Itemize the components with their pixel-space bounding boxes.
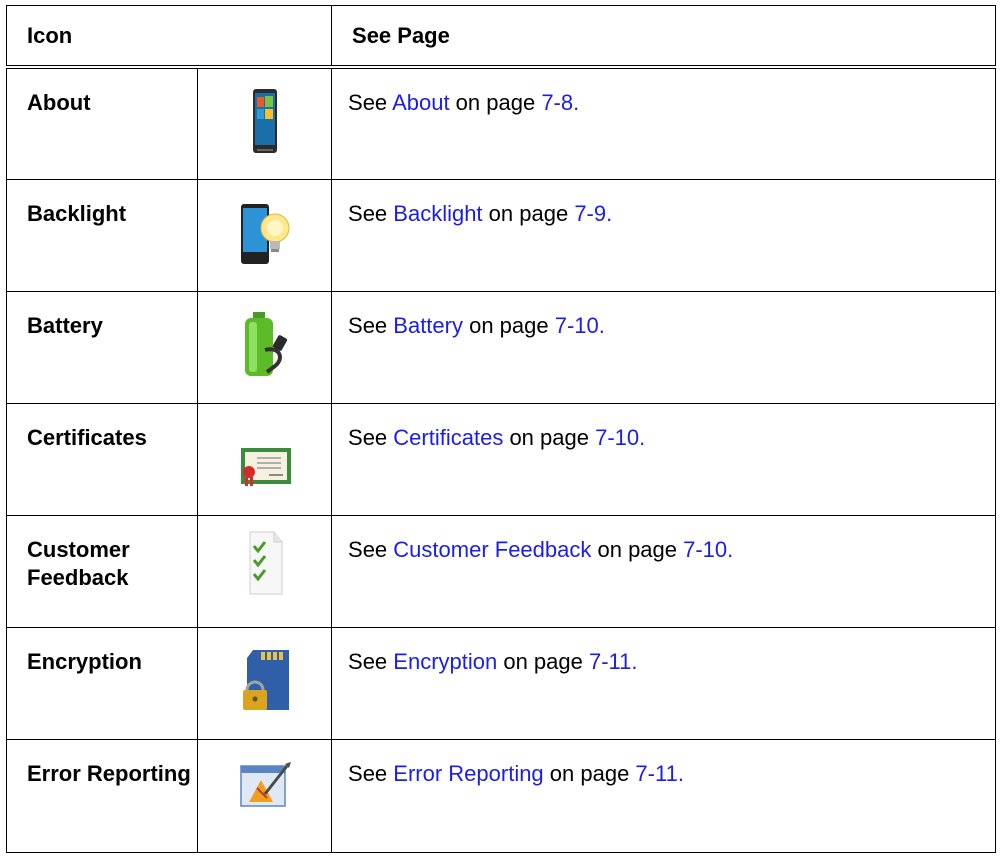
sd-card-lock-icon [225, 646, 305, 718]
link-encryption[interactable]: Encryption [393, 649, 497, 674]
row-desc-about: See About on page 7-8. [331, 66, 996, 180]
phone-lightbulb-icon [225, 198, 305, 270]
header-see-page: See Page [331, 5, 996, 69]
row-desc-certificates: See Certificates on page 7-10. [331, 402, 996, 516]
row-name-backlight: Backlight [6, 178, 198, 292]
error-report-window-icon [225, 760, 305, 832]
page-link-encryption[interactable]: 7-11. [589, 649, 638, 674]
checklist-document-icon [225, 528, 305, 600]
page-link-about[interactable]: 7-8. [541, 90, 579, 115]
table-row: Customer Feedback See Customer Feedback … [6, 514, 996, 628]
table-header-row: Icon See Page [5, 5, 996, 69]
page-link-certificates[interactable]: 7-10. [595, 425, 645, 450]
table-row: Battery See Battery on page 7-10. [6, 290, 996, 404]
table-row: Certificates See Certificates on page 7-… [6, 402, 996, 516]
row-name-about: About [6, 66, 198, 180]
table-row: Error Reporting See Error Reporting on p… [6, 738, 996, 853]
row-name-battery: Battery [6, 290, 198, 404]
row-desc-customer-feedback: See Customer Feedback on page 7-10. [331, 514, 996, 628]
document-page: Icon See Page About See About on page 7-… [0, 0, 1004, 867]
row-name-encryption: Encryption [6, 626, 198, 740]
link-error-reporting[interactable]: Error Reporting [393, 761, 543, 786]
row-desc-error-reporting: See Error Reporting on page 7-11. [331, 738, 996, 853]
table-row: Backlight See Backlight on page 7-9. [6, 178, 996, 292]
settings-icon-table: Icon See Page About See About on page 7-… [5, 5, 996, 853]
row-desc-backlight: See Backlight on page 7-9. [331, 178, 996, 292]
link-customer-feedback[interactable]: Customer Feedback [393, 537, 591, 562]
row-name-customer-feedback: Customer Feedback [6, 514, 198, 628]
battery-plug-icon [225, 310, 305, 382]
row-desc-encryption: See Encryption on page 7-11. [331, 626, 996, 740]
link-battery[interactable]: Battery [393, 313, 463, 338]
link-backlight[interactable]: Backlight [393, 201, 482, 226]
certificate-icon [225, 422, 305, 494]
phone-windows-icon [225, 87, 305, 159]
table-row: About See About on page 7-8. [6, 66, 996, 180]
page-link-error-reporting[interactable]: 7-11. [635, 761, 684, 786]
header-icon: Icon [5, 5, 333, 69]
row-desc-battery: See Battery on page 7-10. [331, 290, 996, 404]
page-link-backlight[interactable]: 7-9. [574, 201, 612, 226]
row-name-certificates: Certificates [6, 402, 198, 516]
row-name-error-reporting: Error Reporting [6, 738, 198, 853]
link-certificates[interactable]: Certificates [393, 425, 503, 450]
table-row: Encryption See Encryption on page 7-11. [6, 626, 996, 740]
page-link-customer-feedback[interactable]: 7-10. [683, 537, 733, 562]
link-about[interactable]: About [392, 90, 450, 115]
page-link-battery[interactable]: 7-10. [555, 313, 605, 338]
